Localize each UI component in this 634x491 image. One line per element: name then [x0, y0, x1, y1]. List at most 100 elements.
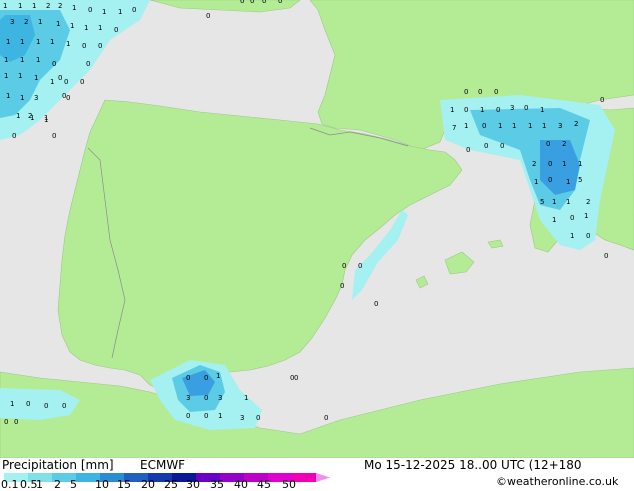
- value-point: 0: [466, 146, 470, 154]
- legend-label: 20: [141, 478, 155, 491]
- value-point: 0: [500, 142, 504, 150]
- value-point: 1: [50, 78, 54, 86]
- value-point: 0: [58, 74, 62, 82]
- value-point: 1: [566, 178, 570, 186]
- value-point: 0: [524, 104, 528, 112]
- value-point: 0: [358, 262, 362, 270]
- value-point: 1: [20, 94, 24, 102]
- value-point: 2: [58, 2, 62, 10]
- value-point: 1: [584, 212, 588, 220]
- value-point: 1: [20, 38, 24, 46]
- value-point: 0: [62, 402, 66, 410]
- legend-label: 5: [70, 478, 77, 491]
- value-point: 3: [558, 122, 562, 130]
- value-point: 1: [30, 114, 34, 122]
- value-point: 1: [570, 232, 574, 240]
- value-point: 0: [482, 122, 486, 130]
- value-point: 1: [66, 40, 70, 48]
- value-point: 0: [132, 6, 136, 14]
- legend-label: 0.5: [20, 478, 38, 491]
- value-point: 3: [10, 18, 14, 26]
- value-point: 0: [604, 252, 608, 260]
- value-point: 2: [586, 198, 590, 206]
- value-point: 0: [88, 6, 92, 14]
- value-point: 1: [50, 38, 54, 46]
- value-point: 3: [218, 394, 222, 402]
- value-point: 3: [34, 94, 38, 102]
- value-point: 1: [566, 198, 570, 206]
- value-point: 1: [6, 92, 10, 100]
- value-point: 0: [52, 132, 56, 140]
- value-point: 2: [532, 160, 536, 168]
- legend-label: 0.1: [1, 478, 19, 491]
- value-point: 1: [528, 122, 532, 130]
- model-label: ECMWF: [140, 458, 186, 472]
- value-point: 0: [204, 412, 208, 420]
- value-point: 1: [4, 72, 8, 80]
- legend-label: 35: [210, 478, 224, 491]
- value-point: 1: [36, 56, 40, 64]
- value-point: 1: [34, 74, 38, 82]
- value-point: 1: [450, 106, 454, 114]
- value-point: 0: [374, 300, 378, 308]
- legend-label: 1: [36, 478, 43, 491]
- value-point: 0: [14, 418, 18, 426]
- value-point: 1: [498, 122, 502, 130]
- value-point: 0: [62, 92, 66, 100]
- value-point: 0: [478, 88, 482, 96]
- footer: Precipitation [mm] ECMWF Mo 15-12-2025 1…: [0, 458, 634, 491]
- value-point: 0: [204, 394, 208, 402]
- value-point: 1: [534, 178, 538, 186]
- value-point: 1: [36, 38, 40, 46]
- value-point: 0: [570, 214, 574, 222]
- value-point: 0: [26, 400, 30, 408]
- legend-label: 40: [234, 478, 248, 491]
- value-point: 1: [84, 24, 88, 32]
- product-label: Precipitation [mm]: [2, 458, 114, 472]
- value-point: 0: [294, 374, 298, 382]
- value-point: 1: [6, 38, 10, 46]
- value-point: 1: [118, 8, 122, 16]
- value-point: 0: [66, 94, 70, 102]
- value-point: 0: [80, 78, 84, 86]
- value-point: 0: [64, 78, 68, 86]
- value-point: 0: [600, 96, 604, 104]
- legend-label: 10: [95, 478, 109, 491]
- value-point: 1: [98, 24, 102, 32]
- value-point: 1: [578, 160, 582, 168]
- value-point: 1: [552, 216, 556, 224]
- credit-label: ©weatheronline.co.uk: [496, 475, 619, 488]
- value-point: 1: [38, 18, 42, 26]
- value-point: 2: [562, 140, 566, 148]
- value-point: 0: [586, 232, 590, 240]
- legend-label: 45: [257, 478, 271, 491]
- value-point: 1: [18, 2, 22, 10]
- value-point: 1: [102, 8, 106, 16]
- value-point: 0: [324, 414, 328, 422]
- value-point: 1: [16, 112, 20, 120]
- value-point: 0: [206, 12, 210, 20]
- value-point: 0: [240, 0, 244, 5]
- value-point: 1: [32, 2, 36, 10]
- value-point: 3: [510, 104, 514, 112]
- value-point: 0: [342, 262, 346, 270]
- value-point: 0: [464, 106, 468, 114]
- value-point: 0: [114, 26, 118, 34]
- legend-label: 2: [54, 478, 61, 491]
- value-point: 0: [278, 0, 282, 5]
- value-point: 1: [3, 2, 7, 10]
- value-point: 0: [12, 132, 16, 140]
- value-point: 1: [480, 106, 484, 114]
- value-point: 1: [10, 400, 14, 408]
- value-point: 1: [56, 20, 60, 28]
- legend-label: 15: [117, 478, 131, 491]
- value-point: 1: [20, 56, 24, 64]
- value-point: 1: [216, 372, 220, 380]
- value-point: 1: [72, 4, 76, 12]
- value-point: 2: [46, 2, 50, 10]
- value-point: 1: [512, 122, 516, 130]
- value-point: 1: [244, 394, 248, 402]
- value-point: 0: [186, 374, 190, 382]
- value-point: 0: [494, 88, 498, 96]
- value-point: 0: [496, 106, 500, 114]
